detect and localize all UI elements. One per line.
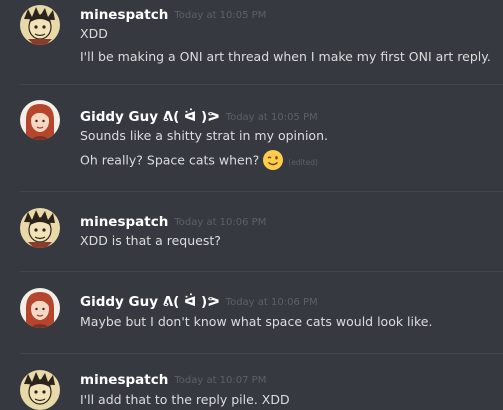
timestamp: Today at 10:06 PM	[174, 217, 267, 228]
username[interactable]: minespatch	[80, 7, 168, 23]
message-text: I'll be making a ONI art thread when I m…	[80, 49, 491, 64]
avatar[interactable]	[20, 100, 60, 140]
message-header: minespatch Today at 10:05 PM	[80, 4, 266, 24]
message-text: I'll add that to the reply pile. XDD	[80, 392, 290, 407]
avatar-image-minespatch	[20, 5, 60, 45]
timestamp: Today at 10:07 PM	[174, 375, 267, 386]
message-text: XDD	[80, 26, 108, 41]
avatar[interactable]	[20, 370, 60, 410]
winking-face-icon	[262, 149, 284, 171]
timestamp: Today at 10:05 PM	[225, 112, 318, 123]
message-divider	[20, 353, 503, 354]
avatar-image-minespatch	[20, 208, 60, 248]
message-text: Maybe but I don't know what space cats w…	[80, 314, 433, 329]
message-header: Giddy Guy ᕕ( ᐛ )ᕗ Today at 10:05 PM	[80, 106, 318, 126]
avatar[interactable]	[20, 208, 60, 248]
edited-label: (edited)	[288, 157, 318, 167]
message-header: Giddy Guy ᕕ( ᐛ )ᕗ Today at 10:06 PM	[80, 291, 318, 311]
username[interactable]: Giddy Guy ᕕ( ᐛ )ᕗ	[80, 109, 220, 125]
message-divider	[20, 271, 503, 272]
avatar-image-giddy-guy	[20, 288, 60, 328]
avatar[interactable]	[20, 5, 60, 45]
message-text-edited: Oh really? Space cats when? (edited)	[80, 150, 318, 173]
message-text: XDD is that a request?	[80, 233, 221, 248]
message-header: minespatch Today at 10:07 PM	[80, 369, 266, 389]
avatar-image-giddy-guy	[20, 100, 60, 140]
chat-message-list: minespatch Today at 10:05 PM XDD I'll be …	[0, 0, 503, 410]
message-divider	[20, 84, 503, 85]
avatar-image-minespatch	[20, 370, 60, 410]
avatar[interactable]	[20, 288, 60, 328]
message-divider	[20, 191, 503, 192]
message-text: Sounds like a shitty strat in my opinion…	[80, 128, 328, 143]
timestamp: Today at 10:06 PM	[225, 297, 318, 308]
username[interactable]: minespatch	[80, 372, 168, 388]
message-header: minespatch Today at 10:06 PM	[80, 211, 266, 231]
timestamp: Today at 10:05 PM	[174, 10, 267, 21]
message-text: Oh really? Space cats when?	[80, 152, 260, 168]
username[interactable]: Giddy Guy ᕕ( ᐛ )ᕗ	[80, 294, 220, 310]
username[interactable]: minespatch	[80, 214, 168, 230]
